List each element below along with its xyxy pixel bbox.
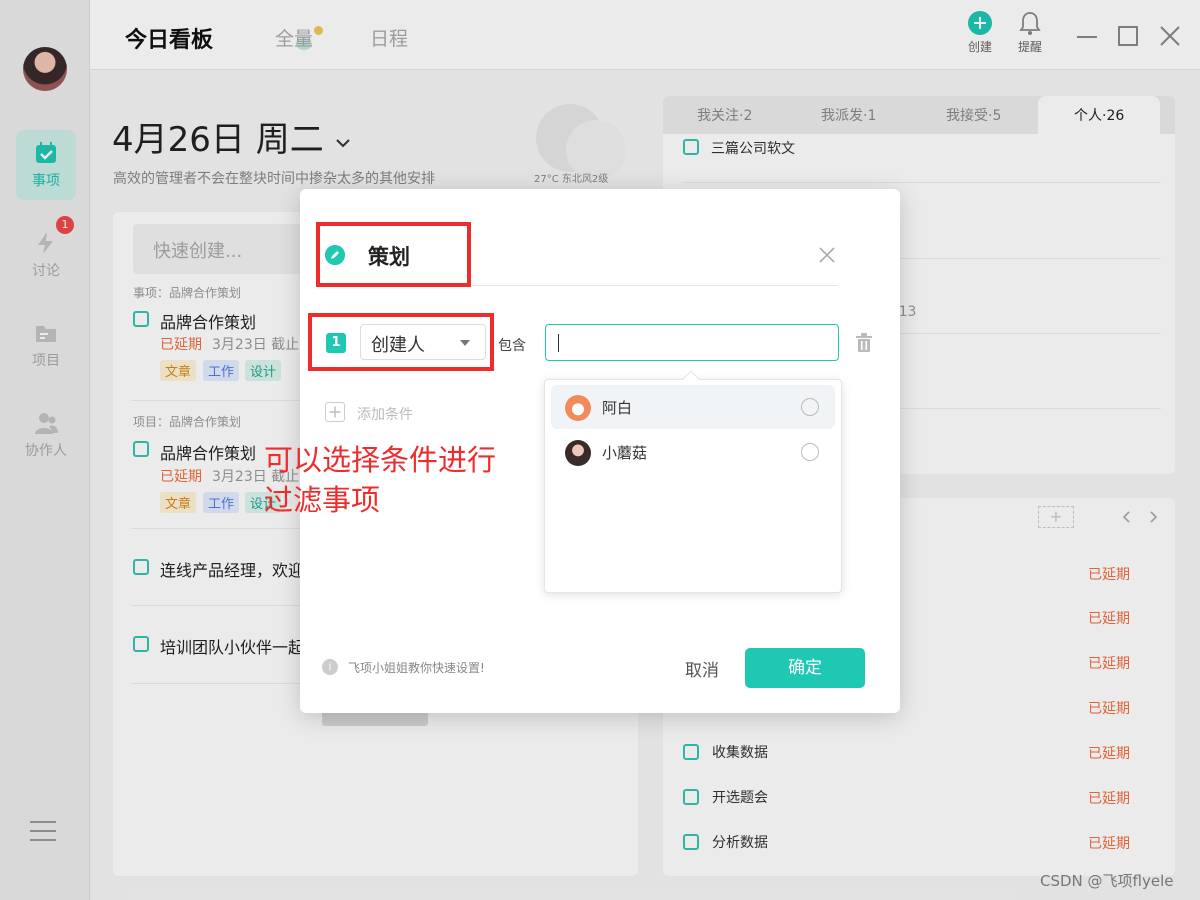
radio-button[interactable] [801, 398, 819, 416]
user-name: 阿白 [602, 399, 633, 417]
operator-label: 包含 [498, 338, 526, 354]
user-dropdown: 阿白 小蘑菇 [544, 370, 842, 593]
user-option-xiaomogu[interactable]: 小蘑菇 [551, 430, 835, 474]
add-condition-icon[interactable] [325, 402, 345, 422]
confirm-button[interactable]: 确定 [745, 648, 865, 688]
annotation-text: 可以选择条件进行 过滤事项 [264, 440, 496, 520]
watermark-text: CSDN @飞项flyele [1040, 872, 1174, 890]
annotation-box-condition [308, 313, 494, 371]
hint-link[interactable]: 飞项小姐姐教你快速设置! [348, 659, 485, 676]
close-icon[interactable] [817, 245, 837, 265]
add-condition-button[interactable]: 添加条件 [357, 404, 413, 424]
annotation-line: 过滤事项 [264, 483, 381, 517]
avatar [565, 395, 591, 421]
trash-icon[interactable] [855, 333, 873, 353]
avatar [565, 440, 591, 466]
cancel-button[interactable]: 取消 [685, 656, 719, 681]
radio-button[interactable] [801, 443, 819, 461]
annotation-line: 可以选择条件进行 [264, 443, 497, 477]
text-cursor [558, 334, 559, 352]
condition-value-input[interactable] [545, 324, 839, 361]
user-option-abai[interactable]: 阿白 [551, 385, 835, 429]
annotation-box-title [316, 222, 471, 287]
info-icon: i [322, 659, 338, 675]
user-name: 小蘑菇 [602, 444, 648, 462]
